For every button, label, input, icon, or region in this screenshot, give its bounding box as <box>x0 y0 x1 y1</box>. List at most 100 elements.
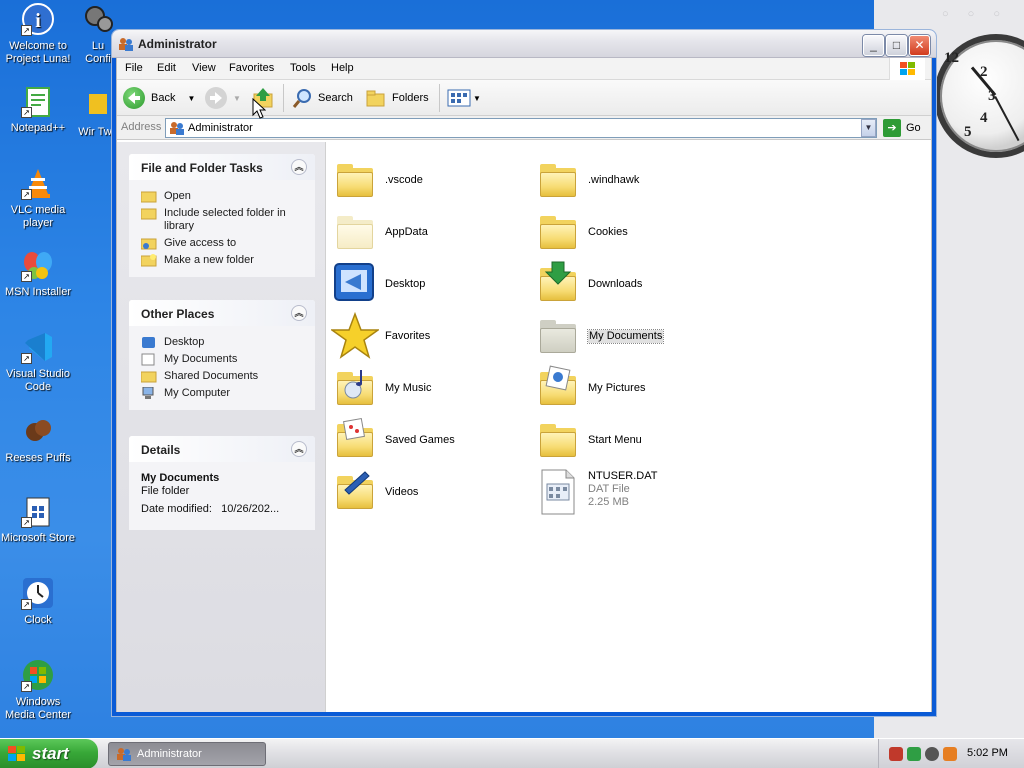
forward-dropdown-icon: ▼ <box>233 93 241 103</box>
folders-button[interactable]: Folders <box>365 86 429 110</box>
details-type: File folder <box>141 485 190 497</box>
file-item-saved-games[interactable]: Saved Games <box>331 416 531 464</box>
desktop-icon-notepadpp[interactable]: ↗ Notepad++ <box>0 84 76 135</box>
desktop-icon-label: Clock <box>24 614 52 626</box>
desktop-icon-welcome[interactable]: i ↗ Welcome to Project Luna! <box>0 2 76 66</box>
back-button[interactable]: Back ▼ <box>123 86 195 110</box>
place-my-computer[interactable]: My Computer <box>141 387 315 400</box>
clock-time[interactable]: 5:02 PM <box>967 747 1008 759</box>
menu-view[interactable]: View <box>192 62 216 74</box>
panel-header[interactable]: File and Folder Tasks ︽ <box>129 154 315 180</box>
task-give-access[interactable]: Give access to <box>141 237 315 250</box>
views-icon <box>447 89 471 107</box>
volume-icon[interactable] <box>925 747 939 761</box>
collapse-icon[interactable]: ︽ <box>291 441 307 457</box>
task-open[interactable]: Open <box>141 190 315 203</box>
folders-icon <box>366 90 385 107</box>
file-list-view: .vscode .windhawk AppData Cookies Deskto… <box>327 142 931 712</box>
security-shield-icon[interactable] <box>889 747 903 761</box>
desktop-icon-msn[interactable]: ↗ MSN Installer <box>0 248 76 299</box>
file-item-my-pictures[interactable]: My Pictures <box>534 364 734 412</box>
taskbar-button-label: Administrator <box>137 748 202 760</box>
notification-icon[interactable] <box>943 747 957 761</box>
task-include-library[interactable]: Include selected folder in library <box>141 207 315 233</box>
folder-icon <box>141 371 157 383</box>
menu-bar: File Edit View Favorites Tools Help <box>117 58 931 80</box>
file-item-appdata[interactable]: AppData <box>331 208 531 256</box>
desktop-icon-label: Notepad++ <box>10 122 66 134</box>
gray-folder-icon <box>534 312 582 360</box>
minimize-button[interactable]: _ <box>863 35 884 56</box>
my-documents-icon <box>141 353 155 366</box>
svg-text:i: i <box>35 10 41 32</box>
file-item-desktop[interactable]: Desktop <box>331 260 531 308</box>
gadget-controls[interactable]: ○ ○ ○ <box>942 8 1008 20</box>
task-pane: File and Folder Tasks ︽ Open Include sel… <box>117 142 326 712</box>
desktop-icon-microsoft-store[interactable]: ↗ Microsoft Store <box>0 494 76 545</box>
network-icon[interactable] <box>907 747 921 761</box>
place-my-documents[interactable]: My Documents <box>141 353 315 366</box>
desktop-icon-clock[interactable]: ↗ Clock <box>0 576 76 627</box>
gears-icon <box>81 2 115 36</box>
place-label: My Computer <box>164 387 231 399</box>
close-button[interactable]: ✕ <box>909 35 930 56</box>
views-button[interactable]: ▼ <box>447 86 481 110</box>
desktop-icon-reeses-puffs[interactable]: Reeses Puffs <box>0 414 76 465</box>
file-item-start-menu[interactable]: Start Menu <box>534 416 734 464</box>
address-dropdown-icon[interactable]: ▼ <box>861 119 876 137</box>
file-item-my-music[interactable]: My Music <box>331 364 531 412</box>
file-item-my-documents[interactable]: My Documents <box>534 312 734 360</box>
info-icon: i ↗ <box>21 2 55 36</box>
task-new-folder[interactable]: Make a new folder <box>141 254 315 267</box>
start-button[interactable]: start <box>0 739 98 768</box>
task-label: Give access to <box>164 237 237 249</box>
clock-number: 12 <box>944 50 959 66</box>
details-panel: Details ︽ My Documents File folder Date … <box>129 436 315 530</box>
clock-number: 4 <box>980 110 988 126</box>
place-desktop[interactable]: Desktop <box>141 336 315 349</box>
forward-button[interactable]: ▼ <box>205 86 241 110</box>
toolbar-separator <box>283 84 284 112</box>
collapse-icon[interactable]: ︽ <box>291 159 307 175</box>
desktop-icon-vlc[interactable]: ↗ VLC media player <box>0 166 76 230</box>
windows-flag-icon <box>889 58 925 80</box>
clock-minute-hand <box>994 96 1020 142</box>
menu-help[interactable]: Help <box>331 62 354 74</box>
menu-edit[interactable]: Edit <box>157 62 176 74</box>
desktop-icon-label: Reeses Puffs <box>5 452 71 464</box>
panel-header[interactable]: Details ︽ <box>129 436 315 462</box>
panel-header[interactable]: Other Places ︽ <box>129 300 315 326</box>
title-bar[interactable]: Administrator _ □ ✕ <box>112 30 936 58</box>
desktop-icon <box>142 337 155 348</box>
file-item-cookies[interactable]: Cookies <box>534 208 734 256</box>
desktop-icon-windows-media-center[interactable]: ↗ Windows Media Center <box>0 658 76 722</box>
address-value: Administrator <box>188 122 253 134</box>
address-input[interactable]: Administrator <box>165 118 877 138</box>
start-label: start <box>32 744 69 763</box>
desktop-icon-vscode[interactable]: ↗ Visual Studio Code <box>0 330 76 394</box>
file-item-windhawk[interactable]: .windhawk <box>534 156 734 204</box>
maximize-button[interactable]: □ <box>886 35 907 56</box>
file-item-vscode[interactable]: .vscode <box>331 156 531 204</box>
search-button[interactable]: Search <box>291 86 353 110</box>
go-button[interactable]: ➔ Go <box>883 119 921 137</box>
menu-file[interactable]: File <box>125 62 143 74</box>
file-item-videos[interactable]: Videos <box>331 468 531 516</box>
file-item-favorites[interactable]: Favorites <box>329 311 531 360</box>
taskbar-button-administrator[interactable]: Administrator <box>108 742 266 766</box>
other-places-panel: Other Places ︽ Desktop My Documents Shar… <box>129 300 315 410</box>
file-name: Cookies <box>588 225 628 238</box>
collapse-icon[interactable]: ︽ <box>291 305 307 321</box>
file-name: Start Menu <box>588 433 642 446</box>
place-shared-documents[interactable]: Shared Documents <box>141 370 315 383</box>
menu-favorites[interactable]: Favorites <box>229 62 274 74</box>
menu-tools[interactable]: Tools <box>290 62 316 74</box>
file-item-downloads[interactable]: Downloads <box>534 260 734 308</box>
window-client-area: File Edit View Favorites Tools Help Back… <box>116 58 932 712</box>
notepadpp-icon: ↗ <box>21 84 55 118</box>
place-label: Shared Documents <box>164 370 259 382</box>
file-item-ntuser-dat[interactable]: NTUSER.DAT DAT File 2.25 MB <box>534 468 734 516</box>
folder-icon <box>534 208 582 256</box>
place-label: My Documents <box>164 353 238 365</box>
back-dropdown-icon[interactable]: ▼ <box>187 94 195 103</box>
